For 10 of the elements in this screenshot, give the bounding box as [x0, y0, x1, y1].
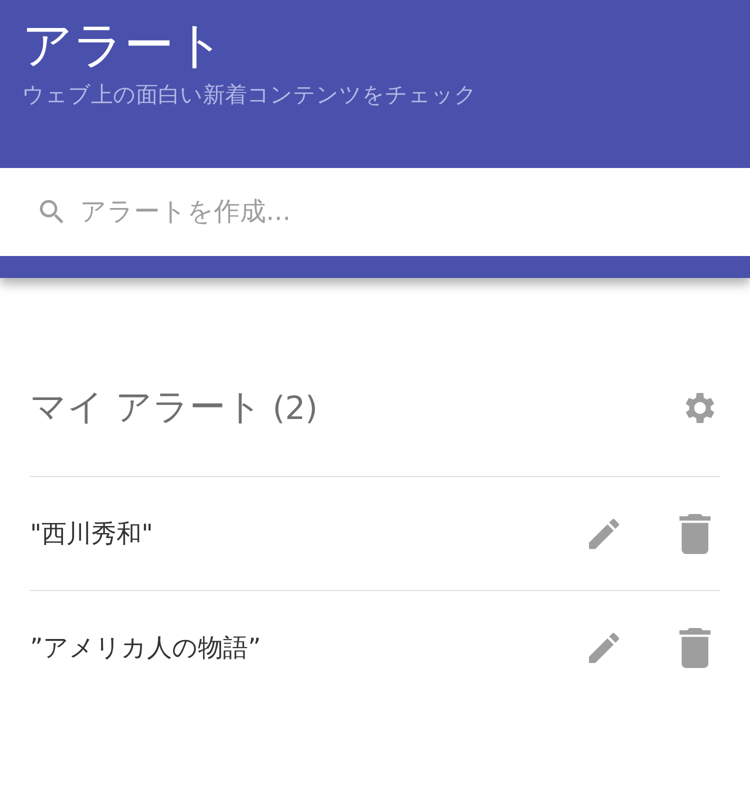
alert-count: (2): [272, 388, 318, 429]
search-field[interactable]: アラートを作成...: [80, 192, 750, 232]
trash-icon[interactable]: [678, 628, 712, 668]
alert-name[interactable]: ”アメリカ人の物語”: [30, 628, 584, 666]
app-title: アラート: [22, 15, 225, 76]
alert-name[interactable]: "西川秀和": [30, 514, 584, 552]
section-title: マイ アラート: [30, 386, 262, 430]
search-bar[interactable]: アラートを作成...: [0, 168, 750, 256]
trash-icon[interactable]: [678, 514, 712, 554]
subtitle: ウェブ上の面白い新着コンテンツをチェック: [22, 83, 477, 108]
